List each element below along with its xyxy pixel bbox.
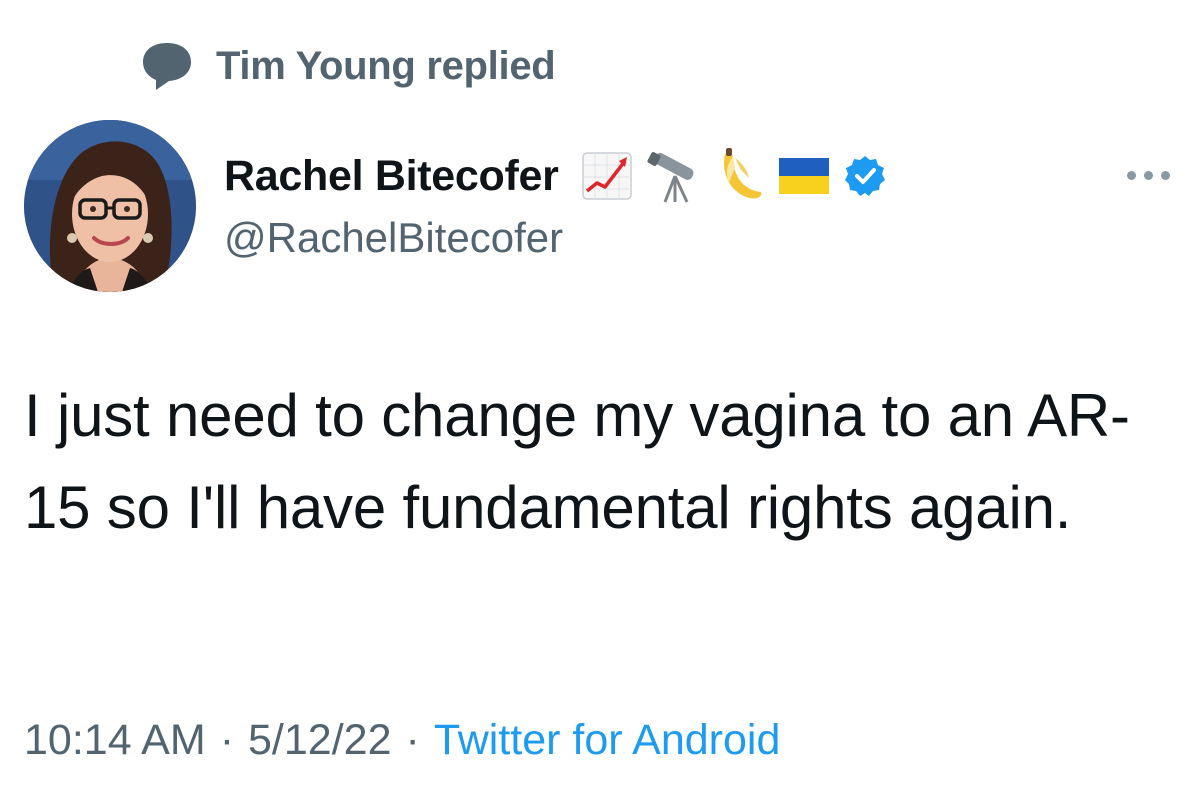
speech-bubble-icon [143,43,191,90]
meta-separator: · [405,715,420,764]
meta-separator: · [219,715,235,764]
reply-context[interactable]: Tim Young replied [140,38,556,94]
more-options-button[interactable] [1118,157,1178,193]
ukraine-flag-icon [778,158,829,194]
display-name[interactable]: Rachel Bitecofer [224,152,559,201]
dot-icon [1160,170,1170,180]
reply-context-label: Tim Young replied [216,43,556,88]
tweet-time[interactable]: 10:14 AM [24,716,206,765]
verified-badge-icon [844,156,885,196]
username-handle[interactable]: @RachelBitecofer [224,214,563,262]
dot-icon [1143,170,1153,180]
chart-increasing-icon [581,152,632,200]
avatar[interactable] [24,120,196,292]
name-emojis [581,148,887,204]
banana-icon [723,148,761,199]
tweet-source-link[interactable]: Twitter for Android [434,716,781,765]
author-name-row[interactable]: Rachel Bitecofer [224,146,887,206]
tweet-metadata: 10:14 AM · 5/12/22 · Twitter for Android [24,710,780,770]
tweet-text: I just need to change my vagina to an AR… [24,382,1130,541]
telescope-icon [647,152,694,203]
dot-icon [1126,170,1136,180]
avatar-image [24,120,196,292]
tweet-date[interactable]: 5/12/22 [248,716,391,765]
